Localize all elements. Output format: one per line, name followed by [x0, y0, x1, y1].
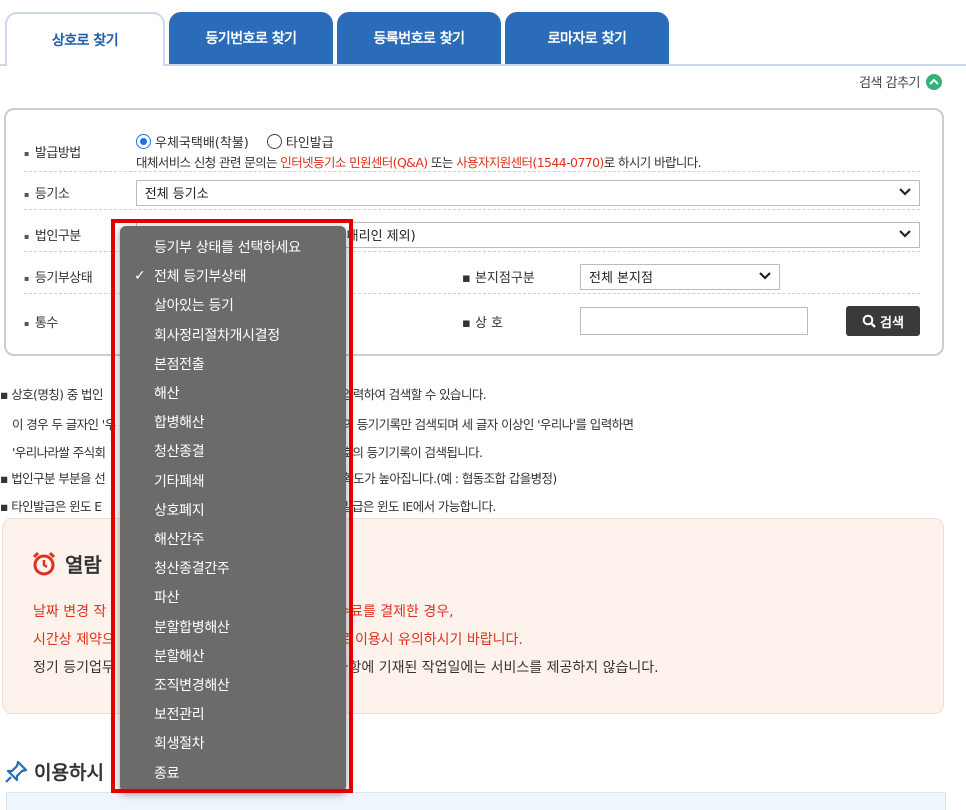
alarm-clock-icon — [32, 551, 56, 575]
company-name-input[interactable] — [580, 307, 808, 335]
radio-courier[interactable] — [136, 134, 151, 149]
chevron-up-icon — [926, 73, 942, 90]
radio-other-issue[interactable] — [266, 134, 282, 149]
usage-box — [6, 792, 946, 810]
issue-method-row: 발급방법 우체국택배(착불) 타인발급 대체서비스 신청 관련 문의는 인터넷등… — [24, 128, 920, 172]
chevron-down-icon — [899, 185, 911, 199]
tab-search-by-registration-number[interactable]: 등록번호로 찾기 — [337, 12, 501, 64]
radio-other-issue-label: 타인발급 — [285, 136, 334, 151]
issue-method-label: 발급방법 — [24, 142, 136, 161]
highlight-box — [111, 219, 353, 793]
tab-search-by-reg-number[interactable]: 등기번호로 찾기 — [169, 12, 333, 64]
tab-search-by-name[interactable]: 상호로 찾기 — [5, 12, 165, 66]
hide-search-label: 검색 감추기 — [859, 76, 920, 91]
search-button[interactable]: 검색 — [846, 306, 920, 336]
pin-icon — [5, 760, 28, 783]
radio-courier-label: 우체국택배(착불) — [155, 136, 249, 151]
issue-method-notice: 대체서비스 신청 관련 문의는 인터넷등기소 민원센터(Q&A) 또는 사용자지… — [136, 155, 702, 170]
branch-label: ▪ 본지점구분 — [462, 271, 535, 286]
support-center-link[interactable]: 사용자지원센터(1544-0770) — [456, 155, 604, 170]
branch-select[interactable]: 전체 본지점 — [580, 263, 780, 290]
search-icon — [862, 314, 876, 328]
registry-row: 등기소 전체 등기소 — [24, 176, 920, 210]
registry-label: 등기소 — [24, 183, 136, 202]
hide-search-toggle[interactable]: 검색 감추기 — [859, 72, 942, 91]
tab-bar: 상호로 찾기 등기번호로 찾기 등록번호로 찾기 로마자로 찾기 — [0, 12, 966, 66]
name-label: ▪ 상 호 — [462, 315, 504, 331]
usage-section-title: 이용하시 — [4, 758, 104, 785]
tab-search-by-roman[interactable]: 로마자로 찾기 — [505, 12, 669, 64]
chevron-down-icon — [899, 227, 911, 241]
registry-select[interactable]: 전체 등기소 — [135, 179, 920, 206]
chevron-down-icon — [759, 269, 771, 283]
notice-title: 열람 — [31, 549, 102, 578]
qa-center-link[interactable]: 인터넷등기소 민원센터(Q&A) — [280, 155, 428, 170]
